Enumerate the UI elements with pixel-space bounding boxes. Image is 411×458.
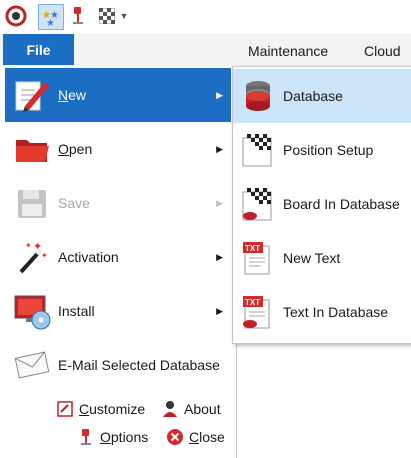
chessboard-icon — [241, 132, 275, 168]
menu-item-label: Save — [58, 195, 90, 211]
submenu-item-label: Text In Database — [283, 304, 389, 320]
close-icon — [166, 428, 184, 446]
submenu-item-database[interactable]: Database — [233, 69, 411, 123]
pin-icon[interactable] — [66, 4, 90, 28]
options-label: Options — [100, 429, 149, 445]
chevron-right-icon: ▶ — [216, 89, 223, 100]
menu-item-activation[interactable]: ✦ ✦ ✦ Activation ▶ — [5, 230, 231, 284]
menu-item-label: E-Mail Selected Database — [58, 357, 220, 373]
tab-cloud[interactable]: Cloud — [364, 43, 401, 59]
app-logo-icon[interactable] — [4, 4, 28, 28]
floppy-disk-icon — [13, 184, 51, 222]
submenu-item-label: New Text — [283, 250, 341, 266]
about-label: About — [184, 401, 221, 417]
customize-button[interactable]: Customize — [56, 399, 145, 419]
pin-icon — [77, 428, 95, 446]
customize-icon — [56, 400, 74, 418]
options-button[interactable]: Options — [77, 427, 148, 447]
pencil-icon — [13, 76, 51, 114]
monitor-disc-icon — [13, 292, 51, 330]
chevron-right-icon: ▶ — [216, 251, 223, 262]
menu-item-label: New — [58, 87, 87, 103]
tab-maintenance[interactable]: Maintenance — [248, 43, 328, 59]
text-database-icon: TXT — [241, 294, 275, 330]
submenu-item-position-setup[interactable]: Position Setup — [233, 123, 411, 177]
dropdown-arrow-icon[interactable]: ▼ — [117, 4, 131, 28]
close-label: Close — [189, 429, 225, 445]
chevron-right-icon: ▶ — [216, 197, 223, 208]
board-icon[interactable] — [95, 4, 119, 28]
about-button[interactable]: About — [161, 399, 221, 419]
svg-text:✦: ✦ — [41, 251, 48, 260]
menu-item-label: Open — [58, 141, 93, 157]
svg-text:TXT: TXT — [245, 298, 260, 307]
new-submenu: Database Position Setup Board In Databas… — [232, 66, 411, 344]
folder-icon — [13, 130, 51, 168]
menu-item-save[interactable]: Save ▶ — [5, 176, 231, 230]
svg-text:TXT: TXT — [245, 244, 260, 253]
menu-item-open[interactable]: Open ▶ — [5, 122, 231, 176]
menu-item-label: Activation — [58, 249, 119, 265]
text-document-icon: TXT — [241, 240, 275, 276]
person-icon — [161, 400, 179, 418]
database-icon — [241, 78, 275, 114]
menu-item-install[interactable]: Install ▶ — [5, 284, 231, 338]
stars-icon[interactable]: ★ ★ ★ — [38, 4, 64, 30]
svg-text:✦: ✦ — [25, 241, 32, 250]
menu-item-new[interactable]: New ▶ — [5, 68, 231, 122]
chevron-right-icon: ▶ — [216, 305, 223, 316]
submenu-item-board-in-database[interactable]: Board In Database — [233, 177, 411, 231]
submenu-item-label: Database — [283, 88, 343, 104]
customize-label: Customize — [79, 401, 146, 417]
svg-text:★: ★ — [46, 18, 55, 27]
envelope-icon — [13, 346, 51, 384]
submenu-item-label: Position Setup — [283, 142, 374, 158]
submenu-item-text-in-database[interactable]: TXT Text In Database — [233, 285, 411, 339]
close-button[interactable]: Close — [166, 427, 225, 447]
chevron-right-icon: ▶ — [216, 143, 223, 154]
magic-wand-icon: ✦ ✦ ✦ — [13, 238, 51, 276]
tab-file[interactable]: File — [3, 34, 74, 65]
submenu-item-label: Board In Database — [283, 196, 400, 212]
chessboard-database-icon — [241, 186, 275, 222]
menu-item-label: Install — [58, 303, 95, 319]
menu-item-email-selected-database[interactable]: E-Mail Selected Database — [5, 338, 231, 392]
submenu-item-new-text[interactable]: TXT New Text — [233, 231, 411, 285]
quick-access-toolbar: ★ ★ ★ ▼ — [0, 0, 411, 34]
